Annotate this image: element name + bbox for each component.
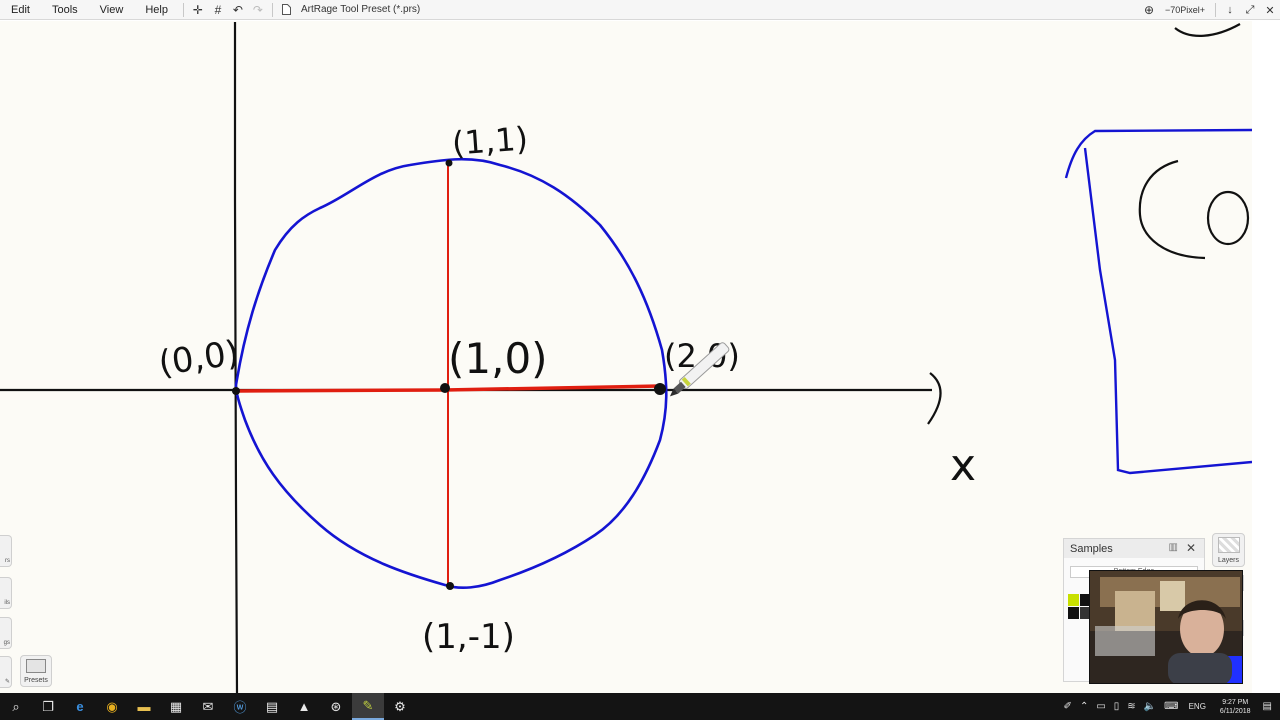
presets-button[interactable]: Presets: [20, 655, 52, 687]
store-icon[interactable]: ▦: [160, 693, 192, 720]
point-bottom: [446, 582, 454, 590]
partial-paren-stroke: [1138, 159, 1206, 260]
webcam-scene: [1090, 571, 1242, 683]
battery-icon[interactable]: ▯: [1114, 701, 1120, 712]
pen-icon[interactable]: ✐: [1064, 701, 1072, 712]
network-icon[interactable]: ▭: [1096, 701, 1105, 712]
pod-colors[interactable]: rs: [0, 535, 12, 567]
app-network-icon[interactable]: ⊛: [320, 693, 352, 720]
preset-file-label[interactable]: ArtRage Tool Preset (*.prs): [301, 4, 420, 15]
edge-icon[interactable]: e: [64, 693, 96, 720]
task-view-icon[interactable]: ❐: [32, 693, 64, 720]
label-center: (1,0): [448, 334, 548, 383]
menu-bar: Edit Tools View Help ✛ # ↶ ↷ ArtRage Too…: [0, 0, 1280, 20]
point-right: [654, 383, 666, 395]
undo-icon[interactable]: ↶: [229, 1, 247, 19]
toolbar-separator: [1215, 3, 1216, 17]
file-explorer-icon[interactable]: ▬: [128, 693, 160, 720]
settings-gear-icon[interactable]: ⚙: [384, 693, 416, 720]
color-swatch[interactable]: [1068, 594, 1079, 606]
volume-icon[interactable]: 🔈: [1144, 701, 1156, 712]
app-paint-icon[interactable]: ▤: [256, 693, 288, 720]
menu-view[interactable]: View: [89, 0, 135, 20]
toolbar-separator: [182, 2, 184, 17]
fullscreen-icon[interactable]: ⤢: [1240, 0, 1260, 20]
partial-top-stroke: [1174, 23, 1241, 37]
move-canvas-icon[interactable]: ⊕: [1140, 1, 1158, 19]
redo-icon[interactable]: ↷: [249, 1, 267, 19]
menu-help[interactable]: Help: [134, 0, 179, 20]
toolbar-separator: [271, 2, 273, 17]
menu-tools[interactable]: Tools: [41, 0, 89, 20]
layers-button[interactable]: Layers: [1212, 533, 1245, 567]
webcam-overlay: [1089, 570, 1243, 684]
zoom-level[interactable]: −70Pixel+: [1165, 5, 1205, 15]
samples-header: Samples ▥ ✕: [1064, 539, 1204, 558]
pod-stencils[interactable]: ils: [0, 577, 12, 609]
point-center: [440, 383, 450, 393]
color-swatch[interactable]: [1068, 607, 1079, 619]
search-icon[interactable]: ⌕: [0, 693, 32, 720]
pod-tools[interactable]: ✎: [0, 656, 12, 688]
label-origin: (0,0): [156, 333, 241, 384]
mail-icon[interactable]: ✉: [192, 693, 224, 720]
grid-icon[interactable]: #: [209, 1, 227, 19]
samples-title: Samples: [1070, 542, 1113, 555]
label-bottom: (1,-1): [422, 617, 515, 657]
system-tray: ✐ ⌃ ▭ ▯ ≋ 🔈 ⌨ ENG 9:27 PM 6/11/2018 ▤: [1060, 693, 1280, 720]
close-icon[interactable]: ✕: [1186, 541, 1196, 555]
pod-settings[interactable]: gs: [0, 617, 12, 649]
chrome-icon[interactable]: ◉: [96, 693, 128, 720]
partial-zero-stroke: [1206, 190, 1250, 246]
point-origin: [232, 387, 240, 395]
label-top: (1,1): [451, 119, 529, 162]
presets-icon: [26, 659, 46, 673]
clock-date: 6/11/2018: [1219, 707, 1251, 715]
axis-bracket-stroke: [927, 372, 942, 425]
clock-time: 9:27 PM: [1222, 698, 1249, 706]
move-icon[interactable]: ✛: [189, 1, 207, 19]
right-scroll-area: [1252, 21, 1280, 693]
document-icon: [278, 1, 296, 19]
close-icon[interactable]: ✕: [1260, 0, 1280, 20]
presets-label: Presets: [24, 677, 48, 684]
notifications-icon[interactable]: ▤: [1263, 701, 1272, 712]
clock[interactable]: 9:27 PM 6/11/2018: [1220, 698, 1251, 716]
app-w-icon[interactable]: ⓦ: [224, 693, 256, 720]
photos-icon[interactable]: ▲: [288, 693, 320, 720]
layers-label: Layers: [1217, 557, 1239, 564]
pin-icon[interactable]: ▥: [1169, 542, 1178, 553]
partial-box-side-stroke: [1083, 147, 1252, 475]
keyboard-icon[interactable]: ⌨: [1164, 701, 1178, 712]
chevron-up-icon[interactable]: ⌃: [1080, 701, 1088, 712]
artrage-icon[interactable]: ✎: [352, 693, 384, 720]
menu-edit[interactable]: Edit: [0, 0, 41, 20]
layers-icon: [1217, 537, 1240, 553]
label-x-axis: x: [950, 440, 976, 491]
point-top: [445, 159, 453, 167]
window-controls: ⊕ −70Pixel+ ↓ ⤢ ✕: [1139, 0, 1280, 20]
wifi-icon[interactable]: ≋: [1127, 701, 1135, 712]
language-indicator[interactable]: ENG: [1189, 702, 1206, 711]
download-icon[interactable]: ↓: [1220, 0, 1240, 20]
